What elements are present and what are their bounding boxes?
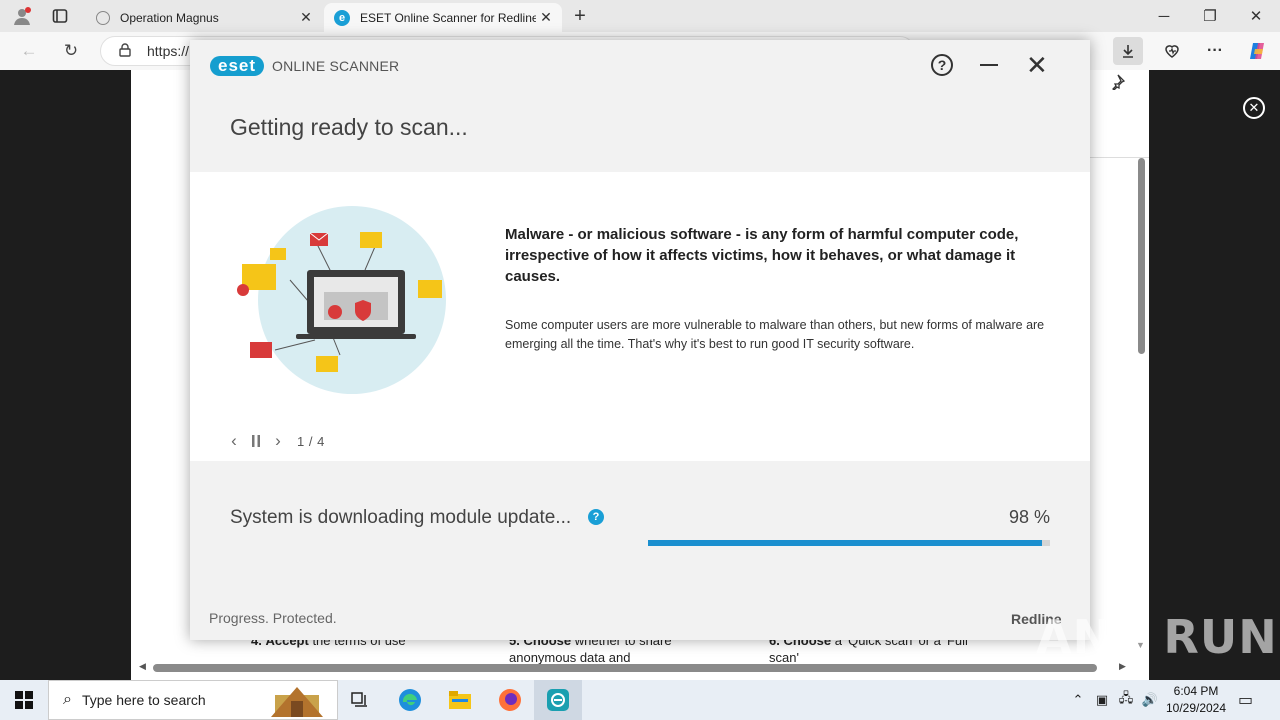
slide-navigation: ‹ › 1 / 4 (223, 430, 325, 452)
progress-bar (648, 540, 1050, 546)
start-button[interactable] (0, 680, 48, 720)
progress-percent: 98 % (1008, 507, 1050, 527)
task-view-icon[interactable] (340, 684, 380, 716)
more-menu-icon[interactable]: ··· (1200, 37, 1230, 65)
search-icon: ⌕ (63, 691, 72, 708)
lock-icon (119, 42, 133, 60)
progress-bar-fill (648, 540, 1042, 546)
next-slide-icon[interactable]: › (267, 430, 289, 452)
taskbar-clock[interactable]: 6:04 PM 10/29/2024 (1164, 683, 1228, 717)
search-placeholder: Type here to search (81, 692, 206, 708)
previous-slide-icon[interactable]: ‹ (223, 430, 245, 452)
window-minimize-icon[interactable]: ─ (1144, 4, 1184, 28)
device-icon[interactable]: ▣ (1090, 692, 1114, 708)
extensions-icon[interactable] (1157, 37, 1187, 65)
malware-illustration (230, 200, 460, 400)
edge-taskbar-icon[interactable] (390, 684, 430, 716)
close-overlay-icon[interactable]: ✕ (1243, 97, 1265, 119)
eset-logo: eset ONLINE SCANNER (210, 56, 399, 76)
pin-icon[interactable] (1109, 74, 1126, 95)
eset-taskbar-icon[interactable] (534, 680, 582, 720)
eset-logo-text: ONLINE SCANNER (272, 58, 400, 74)
eset-header: eset ONLINE SCANNER ? ✕ Getting ready to… (190, 40, 1090, 172)
network-icon[interactable]: 🖧 (1114, 689, 1138, 711)
loading-icon (96, 10, 110, 25)
show-hidden-icons-icon[interactable]: ⌃ (1066, 692, 1090, 708)
slide-counter: 1 / 4 (297, 433, 325, 449)
eset-logo-badge: eset (210, 56, 265, 76)
tab-title: Operation Magnus (120, 10, 219, 25)
profile-icon[interactable] (12, 6, 32, 26)
dialog-minimize-icon[interactable] (980, 64, 998, 66)
taskbar-search-box[interactable]: ⌕ Type here to search (48, 680, 338, 720)
search-highlight-icon (271, 687, 323, 717)
tab-operation-magnus[interactable]: Operation Magnus ✕ (86, 3, 322, 32)
clock-time: 6:04 PM (1173, 684, 1219, 698)
eset-status-panel: System is downloading module update... ?… (190, 461, 1090, 640)
tab-close-icon[interactable]: ✕ (536, 9, 556, 26)
footer-tagline: Progress. Protected. (209, 610, 337, 626)
windows-taskbar: ⌕ Type here to search ⌃ ▣ 🖧 🔊 6:04 PM 10… (0, 680, 1280, 720)
download-icon[interactable] (1113, 37, 1143, 65)
malware-info-body: Some computer users are more vulnerable … (505, 318, 1045, 351)
workspaces-icon[interactable] (50, 6, 70, 26)
copilot-icon[interactable] (1242, 37, 1272, 65)
windows-logo-icon (15, 691, 33, 709)
vertical-scrollbar-thumb[interactable] (1138, 158, 1145, 354)
eset-scanner-dialog: eset ONLINE SCANNER ? ✕ Getting ready to… (190, 40, 1090, 640)
clock-date: 10/29/2024 (1165, 701, 1227, 715)
address-text: https:// (147, 43, 190, 59)
tab-close-icon[interactable]: ✕ (296, 9, 316, 26)
download-status-text: System is downloading module update... (230, 507, 572, 528)
back-arrow-icon[interactable]: ← (16, 39, 42, 63)
window-close-icon[interactable]: ✕ (1236, 4, 1276, 28)
status-help-icon[interactable]: ? (588, 509, 604, 525)
anyrun-watermark: ANY RUN (1036, 610, 1278, 664)
window-restore-icon[interactable]: ❐ (1190, 4, 1230, 28)
eset-favicon-icon: e (334, 9, 350, 26)
scan-title: Getting ready to scan... (230, 114, 468, 140)
scroll-left-arrow-icon[interactable]: ◀ (139, 661, 146, 672)
dialog-close-icon[interactable]: ✕ (1026, 52, 1048, 78)
system-tray: ⌃ ▣ 🖧 🔊 (1066, 680, 1162, 720)
browser-tab-strip: Operation Magnus ✕ e ESET Online Scanner… (0, 0, 1280, 32)
volume-icon[interactable]: 🔊 (1138, 692, 1162, 708)
new-tab-icon[interactable]: + (570, 5, 590, 27)
malware-info-heading: Malware - or malicious software - is any… (505, 226, 1019, 285)
refresh-icon[interactable]: ↻ (58, 39, 84, 63)
help-icon[interactable]: ? (931, 54, 953, 76)
firefox-icon[interactable] (490, 684, 530, 716)
notifications-icon[interactable]: ▭ (1238, 690, 1253, 710)
pause-icon[interactable] (245, 430, 267, 452)
file-explorer-icon[interactable] (440, 684, 480, 716)
horizontal-scrollbar-thumb[interactable] (153, 664, 1097, 672)
tab-eset-online-scanner[interactable]: e ESET Online Scanner for Redline ✕ (324, 3, 562, 32)
tab-title: ESET Online Scanner for Redline (360, 10, 536, 25)
